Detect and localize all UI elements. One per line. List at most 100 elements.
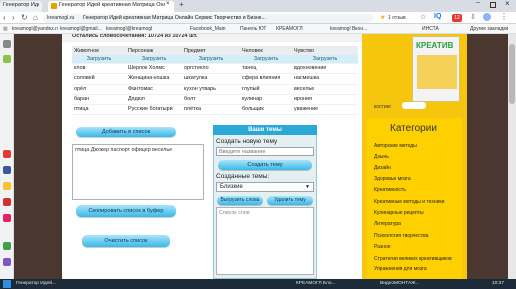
home-icon[interactable]: ⌂ <box>33 13 38 22</box>
theme-select[interactable]: Близкие ▼ <box>216 182 314 192</box>
forward-icon[interactable]: › <box>12 13 15 22</box>
side-app-icon[interactable] <box>3 150 11 158</box>
bookmark-item[interactable]: КРЕАМОГЛ <box>276 25 314 33</box>
reviews-button[interactable]: ★ 1 отзыв <box>380 14 410 23</box>
category-link[interactable]: Литература <box>374 221 401 227</box>
theme-words-textarea[interactable]: Список слов <box>216 207 314 275</box>
word-cell[interactable]: Шерлок Холмс <box>126 63 182 75</box>
side-app-icon[interactable] <box>3 55 11 63</box>
new-tab-icon[interactable]: + <box>179 0 184 9</box>
load-button[interactable]: Загрузить <box>240 55 292 64</box>
word-cell[interactable]: Дядюл <box>126 94 182 106</box>
minimize-icon[interactable]: – <box>476 0 480 6</box>
word-table: Животное Персонаж Предмет Человек Чувств… <box>72 46 358 118</box>
bookmark-star-icon[interactable]: ☆ <box>420 13 426 21</box>
delete-theme-button[interactable]: Удалить тему <box>267 196 313 205</box>
maximize-icon[interactable] <box>490 2 496 8</box>
url-host: kreamogl.ru <box>47 15 75 21</box>
scrollbar[interactable] <box>508 34 516 279</box>
word-cell[interactable]: кухон утварь <box>182 84 240 95</box>
back-icon[interactable]: ‹ <box>3 13 6 22</box>
close-tab-icon[interactable]: × <box>166 1 170 7</box>
side-app-icon[interactable] <box>3 40 11 48</box>
word-cell[interactable]: Фантомас <box>126 84 182 95</box>
word-list-textarea[interactable]: птица Джокер паспорт офицер веселье <box>72 144 204 200</box>
taskbar-item[interactable]: КРЕАМОГЛ Бло... <box>296 280 344 288</box>
word-cell[interactable]: больщик <box>240 104 292 116</box>
word-cell[interactable]: клов <box>72 63 126 75</box>
word-cell[interactable]: оргстекло <box>182 63 240 75</box>
menu-icon[interactable]: ⋮ <box>500 12 508 21</box>
bookmark-item[interactable]: kreamogl@yandex.ru <box>12 25 58 33</box>
word-cell[interactable]: плётка <box>182 104 240 116</box>
word-cell[interactable]: птица <box>72 104 126 116</box>
copy-list-button[interactable]: Скопировать список в буфер <box>76 205 176 217</box>
category-link[interactable]: Упражнения для мозга <box>374 266 427 272</box>
word-cell[interactable]: вдохновение <box>292 63 358 75</box>
browser-tab-inactive[interactable]: Генератор Идей кре... <box>0 1 42 12</box>
add-to-list-button[interactable]: Добавить в список <box>76 127 176 137</box>
browser-tab-active[interactable]: Генератор Идей креативная Матрица Онлайн… <box>48 1 174 12</box>
create-theme-button[interactable]: Создать тему <box>218 160 312 170</box>
category-link[interactable]: Разное <box>374 244 391 250</box>
word-cell[interactable]: болт <box>182 94 240 106</box>
word-cell[interactable]: танец <box>240 63 292 75</box>
bookmark-item[interactable]: Панель ЮТ <box>240 25 274 33</box>
load-button[interactable]: Загрузить <box>182 55 240 64</box>
start-icon[interactable] <box>3 280 11 288</box>
side-app-icon[interactable] <box>3 242 11 250</box>
url-field[interactable]: kreamogl.ru Генератор Идей креативная Ма… <box>43 14 373 23</box>
close-window-icon[interactable]: × <box>505 0 510 8</box>
theme-name-input[interactable] <box>216 147 314 156</box>
category-link[interactable]: Дзынь <box>374 154 389 160</box>
word-cell[interactable]: насмешка <box>292 73 358 85</box>
notification-badge[interactable]: 12 <box>452 14 462 22</box>
category-link[interactable]: Кулинарные рецепты <box>374 210 424 216</box>
word-cell[interactable]: баран <box>72 94 126 106</box>
extension-icon[interactable]: IQ <box>434 13 441 20</box>
taskbar-item[interactable]: ВидеоМОНТАЖ... <box>380 280 428 288</box>
word-cell[interactable]: орёл <box>72 84 126 95</box>
bookmark-item[interactable]: kreamogl@gmail... <box>60 25 104 33</box>
side-app-icon[interactable] <box>3 214 11 222</box>
word-cell[interactable]: ирония <box>292 94 358 106</box>
load-words-button[interactable]: Выгрузить слова <box>217 196 263 205</box>
bookmark-item[interactable]: kreamogl@kreamogl... <box>106 25 152 33</box>
side-app-icon[interactable] <box>3 166 11 174</box>
word-cell[interactable]: глупый <box>240 84 292 95</box>
clear-list-button[interactable]: Очистить список <box>82 235 170 247</box>
load-button[interactable]: Загрузить <box>292 55 358 64</box>
category-link[interactable]: Креативность <box>374 187 406 193</box>
word-cell[interactable]: сфера влияния <box>240 73 292 85</box>
reload-icon[interactable]: ↻ <box>21 13 28 22</box>
word-cell[interactable]: соловей <box>72 73 126 85</box>
category-link[interactable]: Здоровье мозга <box>374 176 411 182</box>
category-link[interactable]: Психология творчества <box>374 233 428 239</box>
bookmark-item[interactable]: Facebook_Main <box>190 25 238 33</box>
word-cell[interactable]: кулинар <box>240 94 292 106</box>
category-link[interactable]: Дизайн <box>374 165 391 171</box>
category-link[interactable]: Креативные методы и техники <box>374 199 444 205</box>
word-cell[interactable]: уважение <box>292 104 358 116</box>
bookmark-item[interactable]: ИНСТА <box>422 25 444 33</box>
table-header-row: Животное Персонаж Предмет Человек Чувств… <box>72 46 358 55</box>
side-app-icon[interactable] <box>3 198 11 206</box>
taskbar-item[interactable]: Генератор Идей... <box>16 280 64 288</box>
scrollbar-thumb[interactable] <box>509 44 515 104</box>
load-button[interactable]: Загрузить <box>72 55 126 64</box>
bookmark-folder[interactable]: Другие закладки <box>470 25 514 33</box>
load-button[interactable]: Загрузить <box>126 55 182 64</box>
word-cell[interactable]: веселье <box>292 84 358 95</box>
word-cell[interactable]: шкатулка <box>182 73 240 85</box>
side-app-icon[interactable] <box>3 182 11 190</box>
profile-avatar[interactable] <box>483 13 491 21</box>
apps-icon[interactable]: ▦ <box>3 25 11 33</box>
category-link[interactable]: Авторские методы <box>374 143 417 149</box>
category-link[interactable]: Стратегии великих креативщиков <box>374 256 452 262</box>
download-icon[interactable]: ⇩ <box>470 13 476 21</box>
side-app-icon[interactable] <box>3 258 11 266</box>
word-cell[interactable]: Женщина-кошка <box>126 73 182 85</box>
bookmark-item[interactable]: kreamogl Вкон... <box>330 25 380 33</box>
book-cover-image[interactable]: КРЕАТИВ <box>412 36 460 102</box>
word-cell[interactable]: Русские богатыри <box>126 104 182 116</box>
